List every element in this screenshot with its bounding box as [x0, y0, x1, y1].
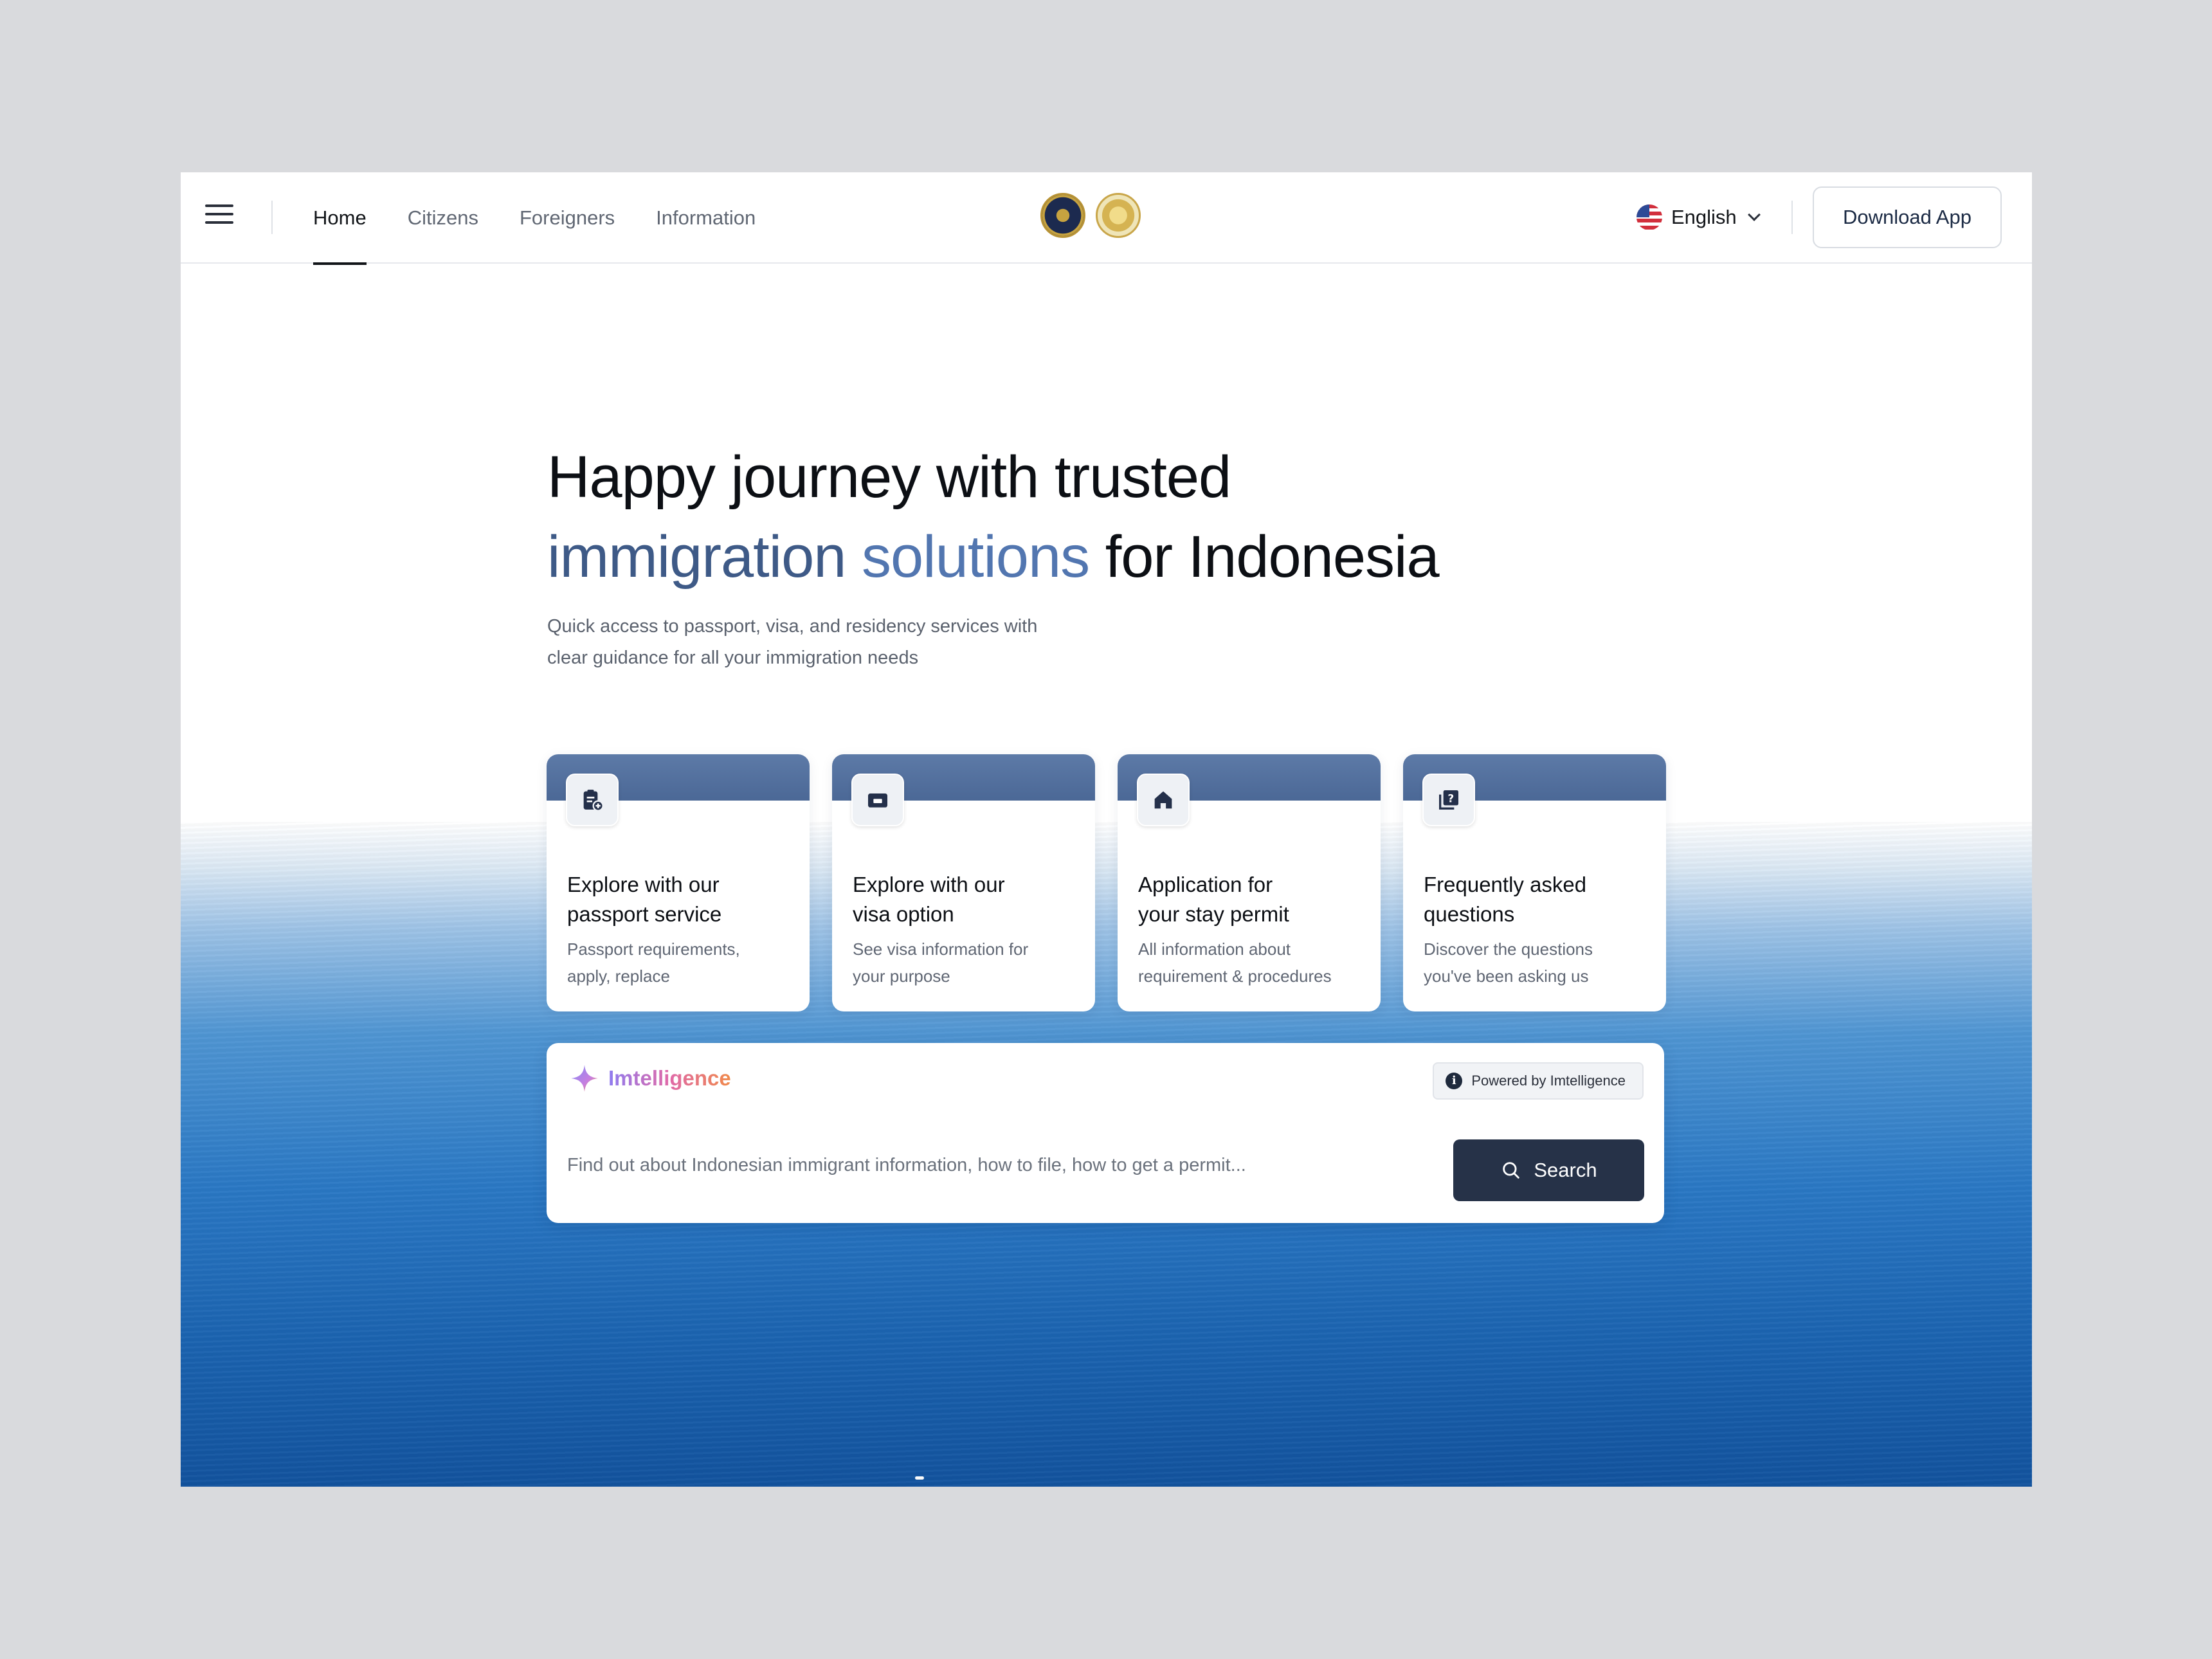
home-icon — [1137, 774, 1190, 826]
nav-home[interactable]: Home — [313, 172, 367, 265]
header-divider-right — [1791, 201, 1793, 234]
card-title-line2: questions — [1424, 902, 1515, 926]
nav-information[interactable]: Information — [656, 172, 756, 264]
card-title-line2: your stay permit — [1138, 902, 1289, 926]
search-input[interactable] — [567, 1139, 1403, 1191]
card-desc-line1: All information about — [1138, 939, 1291, 959]
language-label: English — [1671, 206, 1737, 228]
language-selector[interactable]: English — [1636, 201, 1761, 234]
powered-by-badge: i Powered by Imtelligence — [1433, 1062, 1644, 1100]
card-desc-line1: Discover the questions — [1424, 939, 1593, 959]
visa-option-card[interactable]: Explore with our visa option See visa in… — [832, 754, 1095, 1011]
card-desc-line2: you've been asking us — [1424, 966, 1589, 986]
stay-permit-card[interactable]: Application for your stay permit All inf… — [1118, 754, 1381, 1011]
search-icon — [1503, 1162, 1520, 1179]
powered-by-label: Powered by Imtelligence — [1471, 1073, 1626, 1089]
passport-service-card[interactable]: Explore with our passport service Passpo… — [547, 754, 810, 1011]
clipboard-add-icon — [566, 774, 619, 826]
logos — [1040, 193, 1141, 238]
immigration-emblem-logo[interactable] — [1040, 193, 1085, 238]
hero-title-rest: for Indonesia — [1105, 524, 1440, 590]
assistant-brand: Imtelligence — [568, 1062, 731, 1094]
hero-title-accent1: immigration — [547, 524, 846, 590]
card-title: Application for your stay permit — [1138, 870, 1363, 929]
hero-subtitle: Quick access to passport, visa, and resi… — [547, 611, 1087, 674]
card-description: See visa information for your purpose — [853, 936, 1071, 990]
card-description: Passport requirements, apply, replace — [567, 936, 786, 990]
search-button[interactable]: Search — [1453, 1139, 1644, 1201]
hero-subtitle-line2: clear guidance for all your immigration … — [547, 648, 919, 668]
card-title: Frequently asked questions — [1424, 870, 1649, 929]
service-cards: Explore with our passport service Passpo… — [547, 754, 1666, 1011]
chevron-down-icon — [1747, 208, 1761, 221]
card-title: Explore with our passport service — [567, 870, 792, 929]
faq-card[interactable]: ? Frequently asked questions Discover th… — [1403, 754, 1666, 1011]
nav-citizens[interactable]: Citizens — [408, 172, 478, 264]
card-title-line1: Application for — [1138, 873, 1273, 896]
hero-title-line1: Happy journey with trusted — [547, 444, 1231, 510]
card-description: Discover the questions you've been askin… — [1424, 936, 1642, 990]
boat-image — [915, 1476, 924, 1480]
card-desc-line2: apply, replace — [567, 966, 670, 986]
card-title: Explore with our visa option — [853, 870, 1078, 929]
card-desc-line1: See visa information for — [853, 939, 1029, 959]
card-title-line2: visa option — [853, 902, 954, 926]
card-desc-line1: Passport requirements, — [567, 939, 740, 959]
sparkle-icon — [571, 1065, 598, 1092]
us-flag-icon — [1636, 204, 1662, 230]
card-title-line2: passport service — [567, 902, 722, 926]
hamburger-menu-icon[interactable] — [205, 204, 233, 230]
header-divider — [271, 201, 273, 234]
download-app-button[interactable]: Download App — [1813, 186, 2002, 248]
card-icon — [851, 774, 904, 826]
card-desc-line2: requirement & procedures — [1138, 966, 1332, 986]
assistant-brand-name: Imtelligence — [608, 1066, 731, 1090]
page-frame: Home Citizens Foreigners Information Eng… — [181, 172, 2032, 1487]
card-title-line1: Explore with our — [853, 873, 1005, 896]
nav-foreigners[interactable]: Foreigners — [520, 172, 615, 264]
hero-subtitle-line1: Quick access to passport, visa, and resi… — [547, 616, 1038, 637]
question-book-icon: ? — [1422, 774, 1475, 826]
assistant-search-panel: Imtelligence i Powered by Imtelligence S… — [547, 1043, 1664, 1223]
card-description: All information about requirement & proc… — [1138, 936, 1357, 990]
main-nav: Home Citizens Foreigners Information — [313, 172, 756, 265]
search-button-label: Search — [1534, 1159, 1597, 1181]
card-title-line1: Frequently asked — [1424, 873, 1587, 896]
hero-title: Happy journey with trusted immigration s… — [547, 437, 1440, 597]
svg-text:?: ? — [1447, 792, 1454, 804]
card-title-line1: Explore with our — [567, 873, 720, 896]
hero-title-accent2: solutions — [862, 524, 1090, 590]
info-icon: i — [1446, 1073, 1463, 1089]
card-desc-line2: your purpose — [853, 966, 950, 986]
ministry-emblem-logo[interactable] — [1096, 193, 1141, 238]
top-navigation: Home Citizens Foreigners Information Eng… — [181, 172, 2032, 265]
